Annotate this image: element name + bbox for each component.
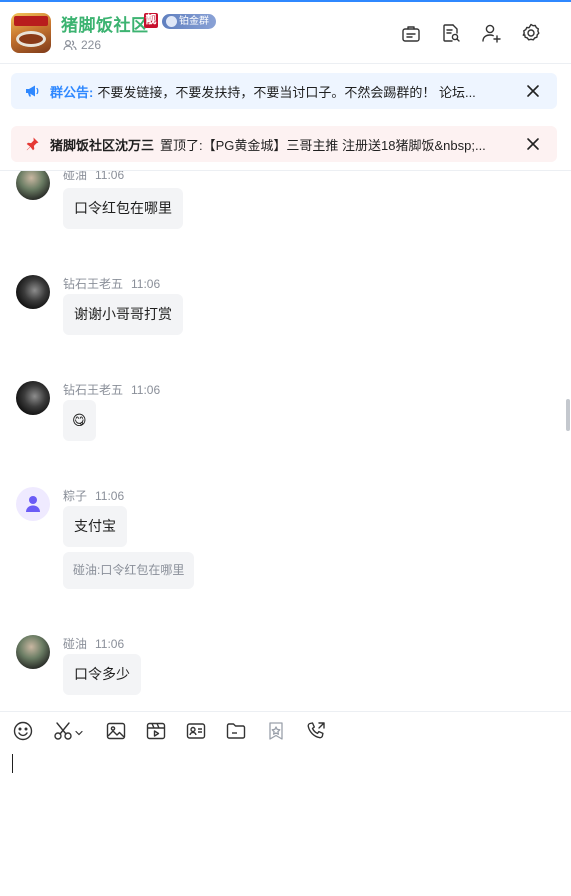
- message-input[interactable]: [10, 752, 560, 882]
- group-level-badge: 铂金群: [162, 14, 216, 29]
- quoted-reply[interactable]: 碰油:口令红包在哪里: [63, 552, 195, 589]
- folder-icon[interactable]: [225, 720, 247, 742]
- group-avatar[interactable]: [11, 13, 51, 53]
- group-notice-banner[interactable]: 群公告: 不要发链接，不要发扶持，不要当讨口子。不然会踢群的！ 论坛...: [11, 73, 557, 109]
- message-time: 11:06: [131, 277, 161, 291]
- level-badge-icon: [166, 16, 177, 27]
- close-pinned-icon[interactable]: [526, 137, 540, 151]
- sender-name[interactable]: 钻石王老五: [63, 277, 123, 291]
- quote-sender: 碰油:: [73, 563, 101, 577]
- megaphone-icon: [26, 85, 39, 97]
- avatar[interactable]: [16, 275, 50, 309]
- message-bubble[interactable]: 谢谢小哥哥打赏: [63, 294, 183, 335]
- voice-call-icon[interactable]: [305, 720, 327, 742]
- group-name[interactable]: 猪脚饭社区: [61, 11, 149, 36]
- message-time: 11:06: [95, 170, 125, 182]
- message-time: 11:06: [131, 383, 161, 397]
- composer-toolbar: [0, 711, 571, 749]
- pin-icon: [26, 137, 39, 151]
- scissors-icon[interactable]: [52, 720, 74, 742]
- message-bubble[interactable]: 口令多少: [63, 654, 141, 695]
- message-list[interactable]: 碰油 11:06 口令红包在哪里 钻石王老五 11:06 谢谢小哥哥打赏 钻石王老五…: [0, 170, 571, 711]
- message-meta: 碰油 11:06: [63, 635, 124, 652]
- member-count[interactable]: 226: [63, 38, 101, 52]
- quote-text: 口令红包在哪里: [100, 563, 185, 577]
- liang-badge: 靓: [144, 13, 158, 28]
- members-icon: [63, 39, 77, 51]
- message-composer: [0, 749, 571, 896]
- scrollbar-thumb[interactable]: [566, 399, 570, 431]
- user-icon: [26, 496, 40, 512]
- message-bubble[interactable]: 支付宝: [63, 506, 127, 547]
- message-time: 11:06: [95, 637, 125, 651]
- announcement-icon[interactable]: [400, 22, 422, 44]
- emoji-icon[interactable]: [12, 720, 34, 742]
- chat-history-search-icon[interactable]: [440, 22, 462, 44]
- chat-header: 猪脚饭社区 靓 铂金群 226: [0, 2, 571, 64]
- pinned-message-banner[interactable]: 猪脚饭社区沈万三 置顶了:【PG黄金城】三哥主推 注册送18猪脚饭&nbsp;..…: [11, 126, 557, 162]
- avatar[interactable]: [16, 635, 50, 669]
- sender-name[interactable]: 钻石王老五: [63, 383, 123, 397]
- contact-card-icon[interactable]: [185, 720, 207, 742]
- message-meta: 钻石王老五 11:06: [63, 275, 160, 292]
- notice-text: 不要发链接，不要发扶持，不要当讨口子。不然会踢群的！ 论坛...: [97, 84, 476, 100]
- message-meta: 钻石王老五 11:06: [63, 381, 160, 398]
- message-bubble[interactable]: 口令红包在哪里: [63, 188, 183, 229]
- sender-name[interactable]: 粽子: [63, 489, 87, 503]
- member-count-value: 226: [81, 38, 102, 52]
- favorite-icon[interactable]: [265, 720, 287, 742]
- image-icon[interactable]: [105, 720, 127, 742]
- notice-label: 群公告:: [50, 84, 94, 100]
- add-member-icon[interactable]: [480, 22, 502, 44]
- avatar[interactable]: [16, 381, 50, 415]
- pinned-text: 置顶了:【PG黄金城】三哥主推 注册送18猪脚饭&nbsp;...: [160, 137, 486, 153]
- message-time: 11:06: [95, 489, 125, 503]
- level-badge-label: 铂金群: [179, 16, 209, 27]
- video-icon[interactable]: [145, 720, 167, 742]
- avatar[interactable]: [16, 171, 50, 200]
- sender-name[interactable]: 碰油: [63, 171, 87, 182]
- chevron-down-icon[interactable]: [75, 729, 83, 737]
- sender-name[interactable]: 碰油: [63, 637, 87, 651]
- avatar[interactable]: [16, 487, 50, 521]
- text-cursor: [12, 754, 13, 773]
- close-notice-icon[interactable]: [526, 84, 540, 98]
- message-meta: 碰油 11:06: [63, 170, 125, 183]
- message-meta: 粽子 11:06: [63, 487, 124, 504]
- settings-icon[interactable]: [520, 22, 542, 44]
- pinned-by: 猪脚饭社区沈万三: [50, 137, 155, 153]
- message-bubble[interactable]: 😋: [63, 400, 96, 441]
